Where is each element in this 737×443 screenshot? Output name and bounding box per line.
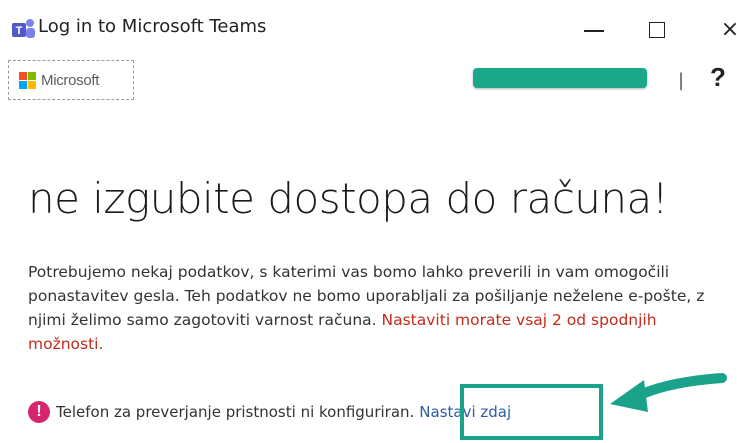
microsoft-logo: Microsoft — [8, 60, 134, 100]
window-titlebar: T Log in to Microsoft Teams × — [0, 0, 737, 58]
auth-phone-status: ! Telefon za preverjanje pristnosti ni k… — [28, 398, 511, 426]
alert-icon: ! — [28, 401, 50, 423]
status-text: Telefon za preverjanje pristnosti ni kon… — [56, 403, 415, 421]
maximize-icon — [649, 22, 665, 38]
microsoft-squares-icon — [19, 71, 36, 89]
description-text: Potrebujemo nekaj podatkov, s katerimi v… — [28, 260, 708, 356]
close-button[interactable]: × — [706, 10, 737, 50]
help-button[interactable]: ? — [710, 62, 726, 93]
page-title: ne izgubite dostopa do računa! — [28, 174, 669, 223]
annotation-arrow-icon — [610, 373, 727, 412]
brand-label: Microsoft — [41, 71, 100, 89]
account-name-redacted — [473, 68, 647, 88]
highlight-box — [460, 384, 603, 440]
close-icon: × — [720, 17, 737, 42]
window-title: Log in to Microsoft Teams — [38, 16, 267, 37]
teams-icon: T — [12, 19, 35, 38]
minimize-button[interactable] — [570, 10, 618, 50]
minimize-icon — [584, 30, 604, 32]
svg-text:T: T — [16, 25, 23, 37]
maximize-button[interactable] — [633, 10, 681, 50]
header-separator: | — [678, 70, 685, 91]
